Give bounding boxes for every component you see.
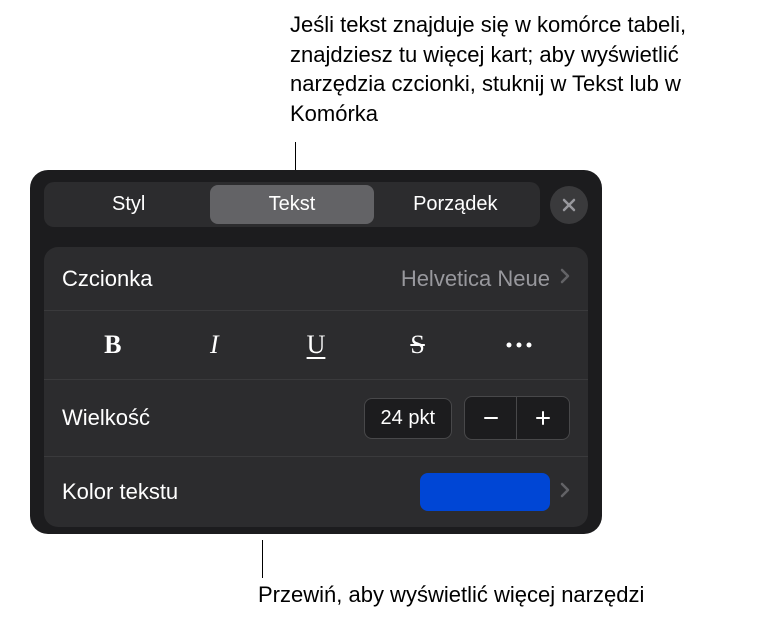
size-field[interactable]: 24 pkt [364,398,452,439]
underline-icon: U [307,330,326,360]
font-label: Czcionka [62,266,401,292]
strikethrough-icon: S [410,330,424,360]
format-panel: Styl Tekst Porządek Czcionka Helvetica N… [30,170,602,534]
more-icon [505,341,533,349]
plus-icon [533,408,553,428]
annotation-bottom: Przewiń, aby wyświetlić więcej narzędzi [258,580,758,610]
size-label: Wielkość [62,405,150,431]
tab-text[interactable]: Tekst [210,185,373,224]
minus-icon [481,408,501,428]
more-options-button[interactable] [468,327,570,363]
callout-line-bottom [262,540,263,578]
chevron-right-icon [560,268,570,289]
tab-arrange[interactable]: Porządek [374,185,537,224]
tabs-segmented-control[interactable]: Styl Tekst Porządek [44,182,540,227]
tabs-row: Styl Tekst Porządek [30,170,602,227]
bold-icon: B [104,330,121,360]
size-row: Wielkość 24 pkt [44,380,588,457]
italic-button[interactable]: I [164,327,266,363]
underline-button[interactable]: U [265,327,367,363]
text-color-label: Kolor tekstu [62,479,420,505]
close-icon [561,197,577,213]
close-button[interactable] [550,186,588,224]
size-decrease-button[interactable] [465,397,517,439]
text-color-swatch[interactable] [420,473,550,511]
strikethrough-button[interactable]: S [367,327,469,363]
font-value: Helvetica Neue [401,266,550,292]
annotation-top: Jeśli tekst znajduje się w komórce tabel… [290,10,740,129]
size-stepper [464,396,570,440]
tab-style[interactable]: Styl [47,185,210,224]
italic-icon: I [210,330,219,360]
text-color-row[interactable]: Kolor tekstu [44,457,588,527]
text-style-row: B I U S [44,311,588,380]
size-increase-button[interactable] [517,397,569,439]
bold-button[interactable]: B [62,327,164,363]
font-row[interactable]: Czcionka Helvetica Neue [44,247,588,311]
chevron-right-icon [560,482,570,503]
panel-content: Czcionka Helvetica Neue B I U [44,247,588,527]
